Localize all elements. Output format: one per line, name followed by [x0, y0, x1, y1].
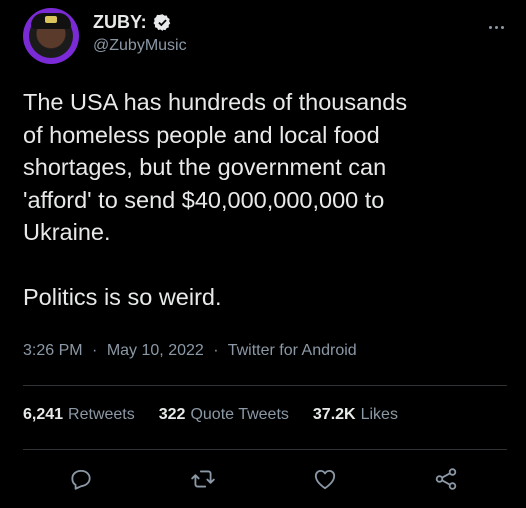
divider [23, 449, 507, 450]
share-icon [435, 468, 457, 490]
tweet-source[interactable]: Twitter for Android [228, 342, 357, 359]
retweets-stat[interactable]: 6,241 Retweets [23, 406, 135, 424]
meta-separator: · [213, 342, 219, 359]
retweet-icon [191, 470, 215, 488]
action-bar [0, 460, 526, 500]
reply-button[interactable] [68, 466, 94, 492]
display-name[interactable]: ZUBY: [93, 12, 147, 33]
likes-count: 37.2K [312, 406, 356, 423]
tweet-meta: 3:26 PM · May 10, 2022 · Twitter for And… [23, 342, 357, 360]
avatar[interactable] [23, 8, 79, 64]
share-button[interactable] [433, 466, 459, 492]
like-icon [314, 469, 336, 490]
tweet-time[interactable]: 3:26 PM [23, 342, 83, 359]
retweets-label: Retweets [68, 406, 135, 423]
verified-badge-icon [153, 14, 170, 31]
display-name-row: ZUBY: [93, 12, 187, 33]
user-handle[interactable]: @ZubyMusic [93, 37, 187, 55]
like-button[interactable] [312, 466, 338, 492]
quotes-stat[interactable]: 322 Quote Tweets [159, 406, 289, 424]
tweet-stats: 6,241 Retweets 322 Quote Tweets 37.2K Likes [23, 406, 422, 424]
avatar-cap-logo [45, 16, 57, 23]
quotes-label: Quote Tweets [190, 406, 289, 423]
author-names: ZUBY: @ZubyMusic [93, 12, 187, 55]
meta-separator: · [92, 342, 98, 359]
likes-stat[interactable]: 37.2K Likes [313, 406, 398, 424]
tweet-date[interactable]: May 10, 2022 [107, 342, 204, 359]
tweet-text: The USA has hundreds of thousands of hom… [23, 89, 408, 310]
likes-label: Likes [360, 406, 398, 423]
reply-icon [71, 469, 91, 490]
divider [23, 385, 507, 386]
more-options-icon[interactable] [489, 16, 513, 29]
quotes-count: 322 [158, 406, 186, 423]
retweets-count: 6,241 [23, 406, 64, 423]
tweet-header: ZUBY: @ZubyMusic [23, 8, 513, 66]
retweet-button[interactable] [190, 466, 216, 492]
